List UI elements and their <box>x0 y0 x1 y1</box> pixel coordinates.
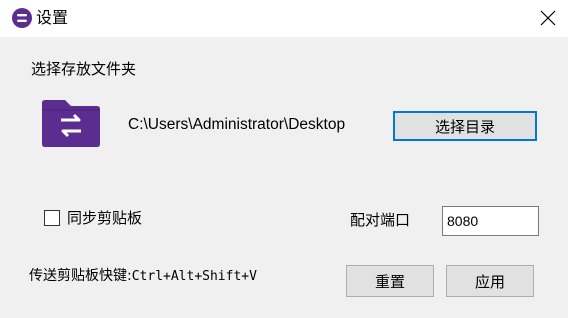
clipboard-sync-checkbox[interactable] <box>44 210 60 226</box>
clipboard-shortcut: 传送剪贴板快键:Ctrl+Alt+Shift+V <box>29 266 257 287</box>
window-title: 设置 <box>36 8 69 27</box>
pairing-port-label: 配对端口 <box>350 211 411 229</box>
shortcut-keys: Ctrl+Alt+Shift+V <box>131 269 257 284</box>
folder-icon <box>41 98 101 148</box>
pairing-port-input[interactable] <box>442 206 539 236</box>
app-icon <box>12 8 32 28</box>
select-directory-button[interactable]: 选择目录 <box>393 111 537 141</box>
shortcut-label: 传送剪贴板快键: <box>29 268 132 284</box>
clipboard-sync-option[interactable]: 同步剪贴板 <box>44 208 142 228</box>
close-icon[interactable] <box>530 2 566 34</box>
storage-path: C:\Users\Administrator\Desktop <box>128 116 346 133</box>
title-bar: 设置 <box>0 0 568 37</box>
apply-button[interactable]: 应用 <box>446 265 534 297</box>
settings-window: 设置 选择存放文件夹 C:\Users\Administrator\Deskto… <box>0 0 568 318</box>
storage-section-label: 选择存放文件夹 <box>31 60 137 78</box>
reset-button[interactable]: 重置 <box>346 265 434 297</box>
clipboard-sync-label[interactable]: 同步剪贴板 <box>67 208 142 228</box>
